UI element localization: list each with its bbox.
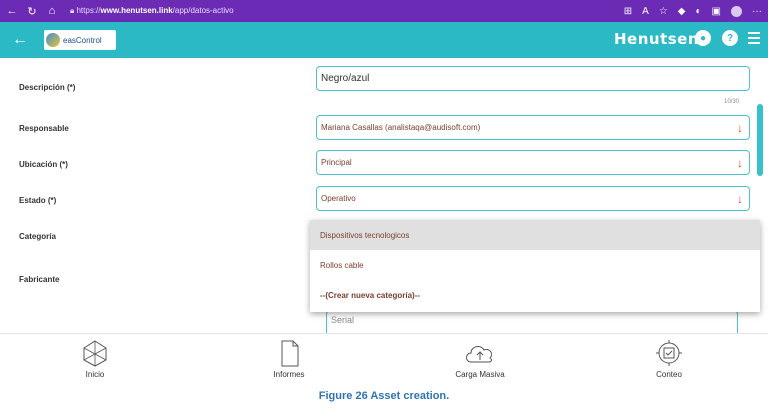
char-counter: 10/30: [724, 99, 740, 105]
ubicacion-select[interactable]: Principal ↓: [316, 150, 750, 175]
address-bar[interactable]: 🔒︎ https://www.henutsen.link/app/datos-a…: [70, 6, 234, 16]
browser-toolbar: ← ↻ ⌂ 🔒︎ https://www.henutsen.link/app/d…: [0, 0, 768, 22]
ubicacion-label: Ubicación (*): [19, 160, 68, 169]
inicio-icon: [83, 340, 107, 367]
url-path: /app/datos-activo: [172, 6, 234, 15]
categoria-dropdown: Dispositivos tecnologicos Rollos cable -…: [310, 220, 760, 312]
estado-label: Estado (*): [19, 196, 57, 205]
user-icon[interactable]: ●: [695, 30, 711, 46]
profile-avatar[interactable]: [731, 5, 742, 17]
bottom-navigation: Inicio Informes Carga Masiva Conteo: [0, 333, 768, 383]
copilot-icon[interactable]: ◐: [696, 6, 702, 17]
nav-carga-masiva[interactable]: Carga Masiva: [425, 334, 535, 384]
arrow-down-icon: ↓: [737, 156, 743, 170]
extensions-icon[interactable]: ◆: [678, 6, 686, 17]
scrollbar[interactable]: [757, 104, 763, 176]
cloud-upload-icon: [466, 345, 493, 363]
descripcion-label: Descripción (*): [19, 83, 76, 92]
arrow-down-icon: ↓: [737, 121, 743, 135]
app-header: ← easControl Henutsen ● ?: [0, 22, 768, 58]
descripcion-input[interactable]: Negro/azul: [316, 66, 750, 91]
ubicacion-value: Principal: [321, 158, 352, 167]
estado-select[interactable]: Operativo ↓: [316, 186, 750, 211]
dropdown-option[interactable]: Dispositivos tecnologicos: [310, 220, 760, 250]
menu-icon[interactable]: [748, 32, 760, 47]
url-host: www.henutsen.link: [100, 6, 173, 15]
nav-inicio-label: Inicio: [85, 370, 105, 379]
nav-informes-label: Informes: [273, 370, 305, 379]
fabricante-label: Fabricante: [19, 275, 60, 284]
nav-inicio[interactable]: Inicio: [40, 334, 150, 384]
nav-carga-masiva-label: Carga Masiva: [455, 370, 505, 379]
nav-informes[interactable]: Informes: [234, 334, 344, 384]
henutsen-brand: Henutsen: [614, 30, 700, 48]
back-arrow-icon[interactable]: ←: [12, 31, 28, 49]
logo-mark-icon: [46, 33, 60, 47]
grid-icon[interactable]: ⊞: [624, 6, 632, 17]
figure-caption: Figure 26 Asset creation.: [318, 390, 450, 402]
create-category-option[interactable]: --(Crear nueva categoría)--: [310, 280, 760, 310]
asset-form: Descripción (*) Negro/azul 10/30 Respons…: [0, 58, 768, 333]
url-prefix: https://: [76, 6, 101, 15]
help-icon[interactable]: ?: [722, 30, 738, 46]
eascontrol-logo: easControl: [44, 30, 116, 50]
favorites-icon[interactable]: ☆: [659, 6, 668, 17]
nav-conteo-label: Conteo: [656, 370, 682, 379]
dropdown-option[interactable]: Rollos cable: [310, 250, 760, 280]
responsable-select[interactable]: Mariana Casallas (analistaqa@audisoft.co…: [316, 115, 750, 140]
refresh-icon[interactable]: ↻: [24, 0, 40, 22]
collections-icon[interactable]: ▣: [712, 6, 721, 17]
logo-text: easControl: [63, 35, 102, 45]
estado-value: Operativo: [321, 194, 356, 203]
nav-conteo[interactable]: Conteo: [614, 334, 724, 384]
serial-input[interactable]: Serial: [326, 310, 738, 333]
conteo-icon: [656, 340, 682, 366]
responsable-label: Responsable: [19, 124, 69, 133]
document-icon: [281, 340, 299, 367]
categoria-label: Categoría: [19, 232, 56, 241]
arrow-down-icon: ↓: [737, 192, 743, 206]
read-aloud-icon[interactable]: A: [642, 6, 649, 17]
more-icon[interactable]: ···: [752, 6, 762, 17]
home-icon[interactable]: ⌂: [44, 0, 60, 22]
responsable-value: Mariana Casallas (analistaqa@audisoft.co…: [321, 123, 481, 132]
browser-back-icon[interactable]: ←: [4, 0, 20, 22]
